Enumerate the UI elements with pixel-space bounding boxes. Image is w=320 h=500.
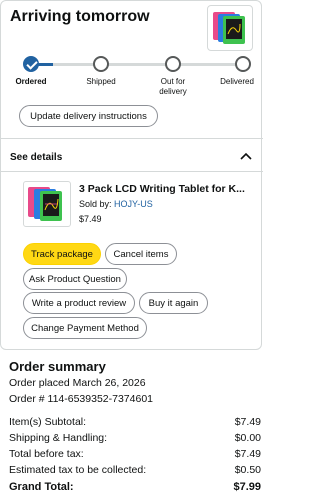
change-payment-method-button[interactable]: Change Payment Method <box>23 317 147 339</box>
update-delivery-instructions-button[interactable]: Update delivery instructions <box>19 105 158 127</box>
cancel-items-button[interactable]: Cancel items <box>105 243 177 265</box>
step-label-out-for-delivery: Out for delivery <box>159 77 187 96</box>
summary-row-value: $0.00 <box>234 432 261 444</box>
summary-row: Shipping & Handling: $0.00 <box>9 432 261 444</box>
summary-row-value: $7.49 <box>234 448 261 460</box>
order-placed-date: Order placed March 26, 2026 <box>9 377 146 389</box>
summary-row: Item(s) Subtotal: $7.49 <box>9 416 261 428</box>
order-number: Order # 114-6539352-7374601 <box>9 393 154 405</box>
step-out-for-delivery-circle-icon <box>165 56 181 72</box>
summary-row-value: $7.49 <box>234 416 261 428</box>
grand-total-row: Grand Total: $7.99 <box>9 481 261 493</box>
summary-row-label: Item(s) Subtotal: <box>9 416 87 428</box>
chevron-up-icon[interactable] <box>240 151 252 161</box>
order-summary-heading: Order summary <box>9 359 106 374</box>
seller-link[interactable]: HOJY-US <box>114 199 153 209</box>
product-price: $7.49 <box>79 214 102 224</box>
track-package-button[interactable]: Track package <box>23 243 101 265</box>
sold-by-label: Sold by: <box>79 199 115 209</box>
grand-total-label: Grand Total: <box>9 481 74 493</box>
section-divider <box>1 138 263 139</box>
step-label-shipped: Shipped <box>86 77 116 86</box>
step-label-ordered: Ordered <box>15 77 47 86</box>
step-label-delivered: Delivered <box>220 77 254 86</box>
step-shipped-circle-icon <box>93 56 109 72</box>
summary-row: Total before tax: $7.49 <box>9 448 261 460</box>
summary-row-label: Estimated tax to be collected: <box>9 464 147 476</box>
product-image[interactable] <box>23 181 71 227</box>
ask-product-question-button[interactable]: Ask Product Question <box>23 268 127 290</box>
sold-by-line: Sold by: HOJY-US <box>79 199 153 209</box>
summary-row-value: $0.50 <box>234 464 261 476</box>
section-divider <box>1 171 263 172</box>
delivery-progress-tracker: Ordered Shipped Out for delivery Deliver… <box>1 1 263 111</box>
step-delivered-circle-icon <box>235 56 251 72</box>
grand-total-value: $7.99 <box>233 481 261 493</box>
summary-row-label: Total before tax: <box>9 448 84 460</box>
summary-row-label: Shipping & Handling: <box>9 432 108 444</box>
buy-it-again-button[interactable]: Buy it again <box>139 292 208 314</box>
progress-line-pending <box>53 63 243 66</box>
progress-line-done <box>37 63 53 66</box>
product-title-link[interactable]: 3 Pack LCD Writing Tablet for K... <box>79 183 257 195</box>
summary-row: Estimated tax to be collected: $0.50 <box>9 464 261 476</box>
see-details-toggle[interactable]: See details <box>10 152 62 163</box>
write-product-review-button[interactable]: Write a product review <box>23 292 135 314</box>
step-ordered-checkmark-icon <box>23 56 39 72</box>
order-card: Arriving tomorrow Ordered Shipped Out fo… <box>0 0 263 350</box>
